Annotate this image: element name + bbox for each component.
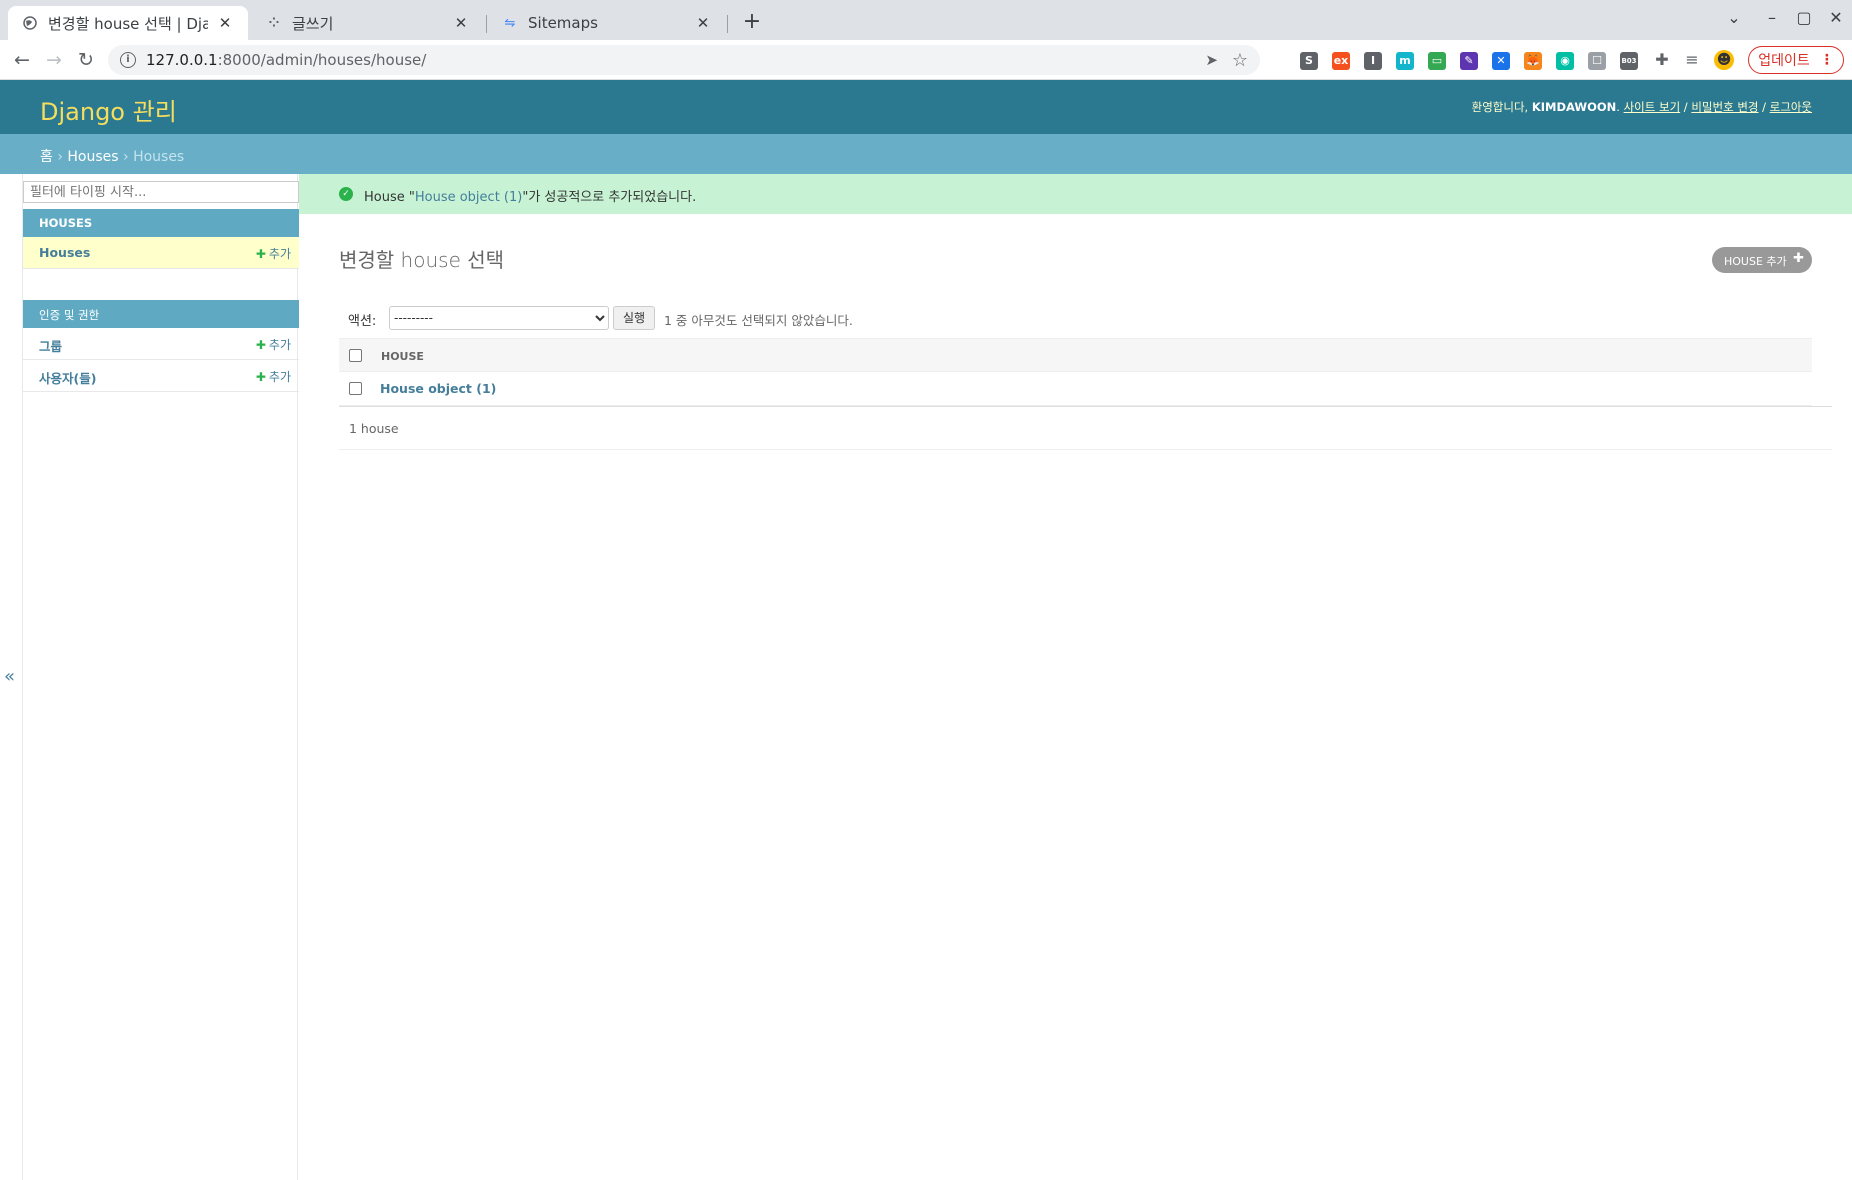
column-header-house[interactable]: HOUSE xyxy=(381,350,424,363)
sidebar-item-users[interactable]: 사용자(들) ✚ 추가 xyxy=(23,360,299,392)
sidebar-item-houses[interactable]: Houses ✚ 추가 xyxy=(23,237,299,269)
site-brand[interactable]: Django 관리 xyxy=(40,92,177,127)
browser-tab-3[interactable]: ⇋ Sitemaps ✕ xyxy=(488,6,726,40)
action-label: 액션: xyxy=(348,314,377,329)
browser-tab-2[interactable]: ⁘ 글쓰기 ✕ xyxy=(252,6,484,40)
close-icon[interactable]: ✕ xyxy=(694,14,712,32)
media-icon[interactable]: ≡ xyxy=(1678,46,1706,74)
browser-tabstrip: 변경할 house 선택 | Djang ✕ ⁘ 글쓰기 ✕ ⇋ Sitemap… xyxy=(0,0,1852,40)
ex-ext-icon[interactable]: ex xyxy=(1332,52,1350,70)
tab-title: 글쓰기 xyxy=(292,14,334,33)
window-close-icon[interactable]: ✕ xyxy=(1824,8,1848,27)
model-link-groups[interactable]: 그룹 xyxy=(39,339,62,354)
tab-search-icon[interactable]: ⌄ xyxy=(1722,8,1746,27)
message-text: House "House object (1)"가 성공적으로 추가되었습니다. xyxy=(364,190,697,205)
ghost-ext-icon[interactable]: ☐ xyxy=(1588,52,1606,70)
browser-toolbar: ← → ↻ i 127.0.0.1:8000/admin/houses/hous… xyxy=(0,40,1852,80)
update-button[interactable]: 업데이트 ⋮ xyxy=(1748,46,1844,74)
breadcrumb-app[interactable]: Houses xyxy=(67,149,118,165)
tab-separator xyxy=(486,15,487,33)
plus-icon: ✚ xyxy=(1793,251,1804,266)
module-caption-auth[interactable]: 인증 및 권한 xyxy=(23,300,299,328)
row-link-house[interactable]: House object (1) xyxy=(380,381,496,396)
browser-tab-active[interactable]: 변경할 house 선택 | Djang ✕ xyxy=(8,6,248,40)
model-link-houses[interactable]: Houses xyxy=(39,245,90,260)
sidebar-collapse-icon[interactable]: « xyxy=(4,666,15,687)
plus-icon: ✚ xyxy=(255,247,266,261)
logout-link[interactable]: 로그아웃 xyxy=(1770,100,1812,114)
site-header: Django 관리 환영합니다, KIMDAWOON. 사이트 보기 / 비밀번… xyxy=(0,80,1852,134)
add-house-label: HOUSE 추가 xyxy=(1724,255,1787,268)
dots-icon: ⁘ xyxy=(268,15,280,31)
model-link-users[interactable]: 사용자(들) xyxy=(39,371,96,386)
action-counter: 1 중 아무것도 선택되지 않았습니다. xyxy=(664,313,853,328)
module-caption-houses[interactable]: HOUSES xyxy=(23,209,299,237)
add-users-link[interactable]: ✚ 추가 xyxy=(256,368,291,385)
extensions-bar: Sex Im ▭ ✎ ✕ 🦊 ◉ ☐ B03 xyxy=(1300,50,1652,72)
b03-ext-icon[interactable]: B03 xyxy=(1620,52,1638,70)
screen-ext-icon[interactable]: ▭ xyxy=(1428,52,1446,70)
url-text: 127.0.0.1:8000/admin/houses/house/ xyxy=(146,51,427,69)
welcome-text: 환영합니다, xyxy=(1471,100,1529,114)
plus-icon: ✚ xyxy=(255,370,266,384)
back-icon[interactable]: ← xyxy=(8,46,36,74)
close-icon[interactable]: ✕ xyxy=(216,14,234,32)
table-header: HOUSE xyxy=(339,338,1812,372)
tab-separator xyxy=(727,15,728,33)
avatar[interactable]: ☻ xyxy=(1710,46,1738,74)
plus-icon: ✚ xyxy=(255,338,266,352)
i-ext-icon[interactable]: I xyxy=(1364,52,1382,70)
paginator: 1 house xyxy=(339,406,1832,450)
minimize-icon[interactable]: – xyxy=(1760,8,1784,27)
star-icon[interactable]: ☆ xyxy=(1232,50,1248,71)
nav-sidebar: HOUSES Houses ✚추가 인증 및 권한 그룹 ✚추가 사용자(들) … xyxy=(22,174,299,1180)
message-object-link[interactable]: House object (1) xyxy=(415,190,522,205)
puzzle-icon[interactable]: ✚ xyxy=(1648,46,1676,74)
check-circle-icon: ✓ xyxy=(339,187,353,201)
nav-filter-input[interactable] xyxy=(23,181,299,203)
s-ext-icon[interactable]: S xyxy=(1300,52,1318,70)
row-checkbox[interactable] xyxy=(349,382,362,395)
actions-bar: 액션: --------- 실행 1 중 아무것도 선택되지 않았습니다. xyxy=(339,302,1812,334)
action-select[interactable]: --------- xyxy=(389,306,609,330)
maximize-icon[interactable]: ▢ xyxy=(1792,8,1816,27)
globe-icon xyxy=(22,15,38,31)
add-house-button[interactable]: HOUSE 추가 ✚ xyxy=(1712,247,1812,273)
address-bar[interactable]: i 127.0.0.1:8000/admin/houses/house/ ➤ ☆ xyxy=(108,45,1260,75)
m-ext-icon[interactable]: m xyxy=(1396,52,1414,70)
fox-ext-icon[interactable]: 🦊 xyxy=(1524,52,1542,70)
tab-title: 변경할 house 선택 | Djang xyxy=(48,14,208,33)
change-password-link[interactable]: 비밀번호 변경 xyxy=(1691,100,1758,114)
close-icon[interactable]: ✕ xyxy=(452,14,470,32)
info-icon[interactable]: i xyxy=(120,52,136,68)
page-title: 변경할 house 선택 xyxy=(339,248,505,272)
more-vert-icon: ⋮ xyxy=(1819,52,1834,68)
table-row: House object (1) xyxy=(339,372,1812,406)
forward-icon[interactable]: → xyxy=(40,46,68,74)
breadcrumb-home[interactable]: 홈 xyxy=(40,149,53,165)
username: KIMDAWOON xyxy=(1531,100,1617,114)
circle-ext-icon[interactable]: ◉ xyxy=(1556,52,1574,70)
sitemap-icon: ⇋ xyxy=(504,15,516,31)
tab-title: Sitemaps xyxy=(528,14,598,32)
add-houses-link[interactable]: ✚ 추가 xyxy=(256,245,291,262)
add-groups-link[interactable]: ✚ 추가 xyxy=(256,336,291,353)
puzzle-blue-ext-icon[interactable]: ✕ xyxy=(1492,52,1510,70)
sidebar-item-groups[interactable]: 그룹 ✚ 추가 xyxy=(23,328,299,360)
breadcrumb: 홈 › Houses › Houses xyxy=(0,134,1852,174)
breadcrumb-current: Houses xyxy=(133,149,185,165)
view-site-link[interactable]: 사이트 보기 xyxy=(1624,100,1681,114)
update-label: 업데이트 xyxy=(1758,53,1810,69)
success-message: ✓ House "House object (1)"가 성공적으로 추가되었습니… xyxy=(299,174,1852,214)
send-icon[interactable]: ➤ xyxy=(1205,51,1218,69)
select-all-checkbox[interactable] xyxy=(349,349,362,362)
run-action-button[interactable]: 실행 xyxy=(613,306,655,330)
note-ext-icon[interactable]: ✎ xyxy=(1460,52,1478,70)
new-tab-button[interactable]: + xyxy=(738,9,766,37)
user-tools: 환영합니다, KIMDAWOON. 사이트 보기 / 비밀번호 변경 / 로그아… xyxy=(1471,100,1812,114)
reload-icon[interactable]: ↻ xyxy=(72,46,100,74)
